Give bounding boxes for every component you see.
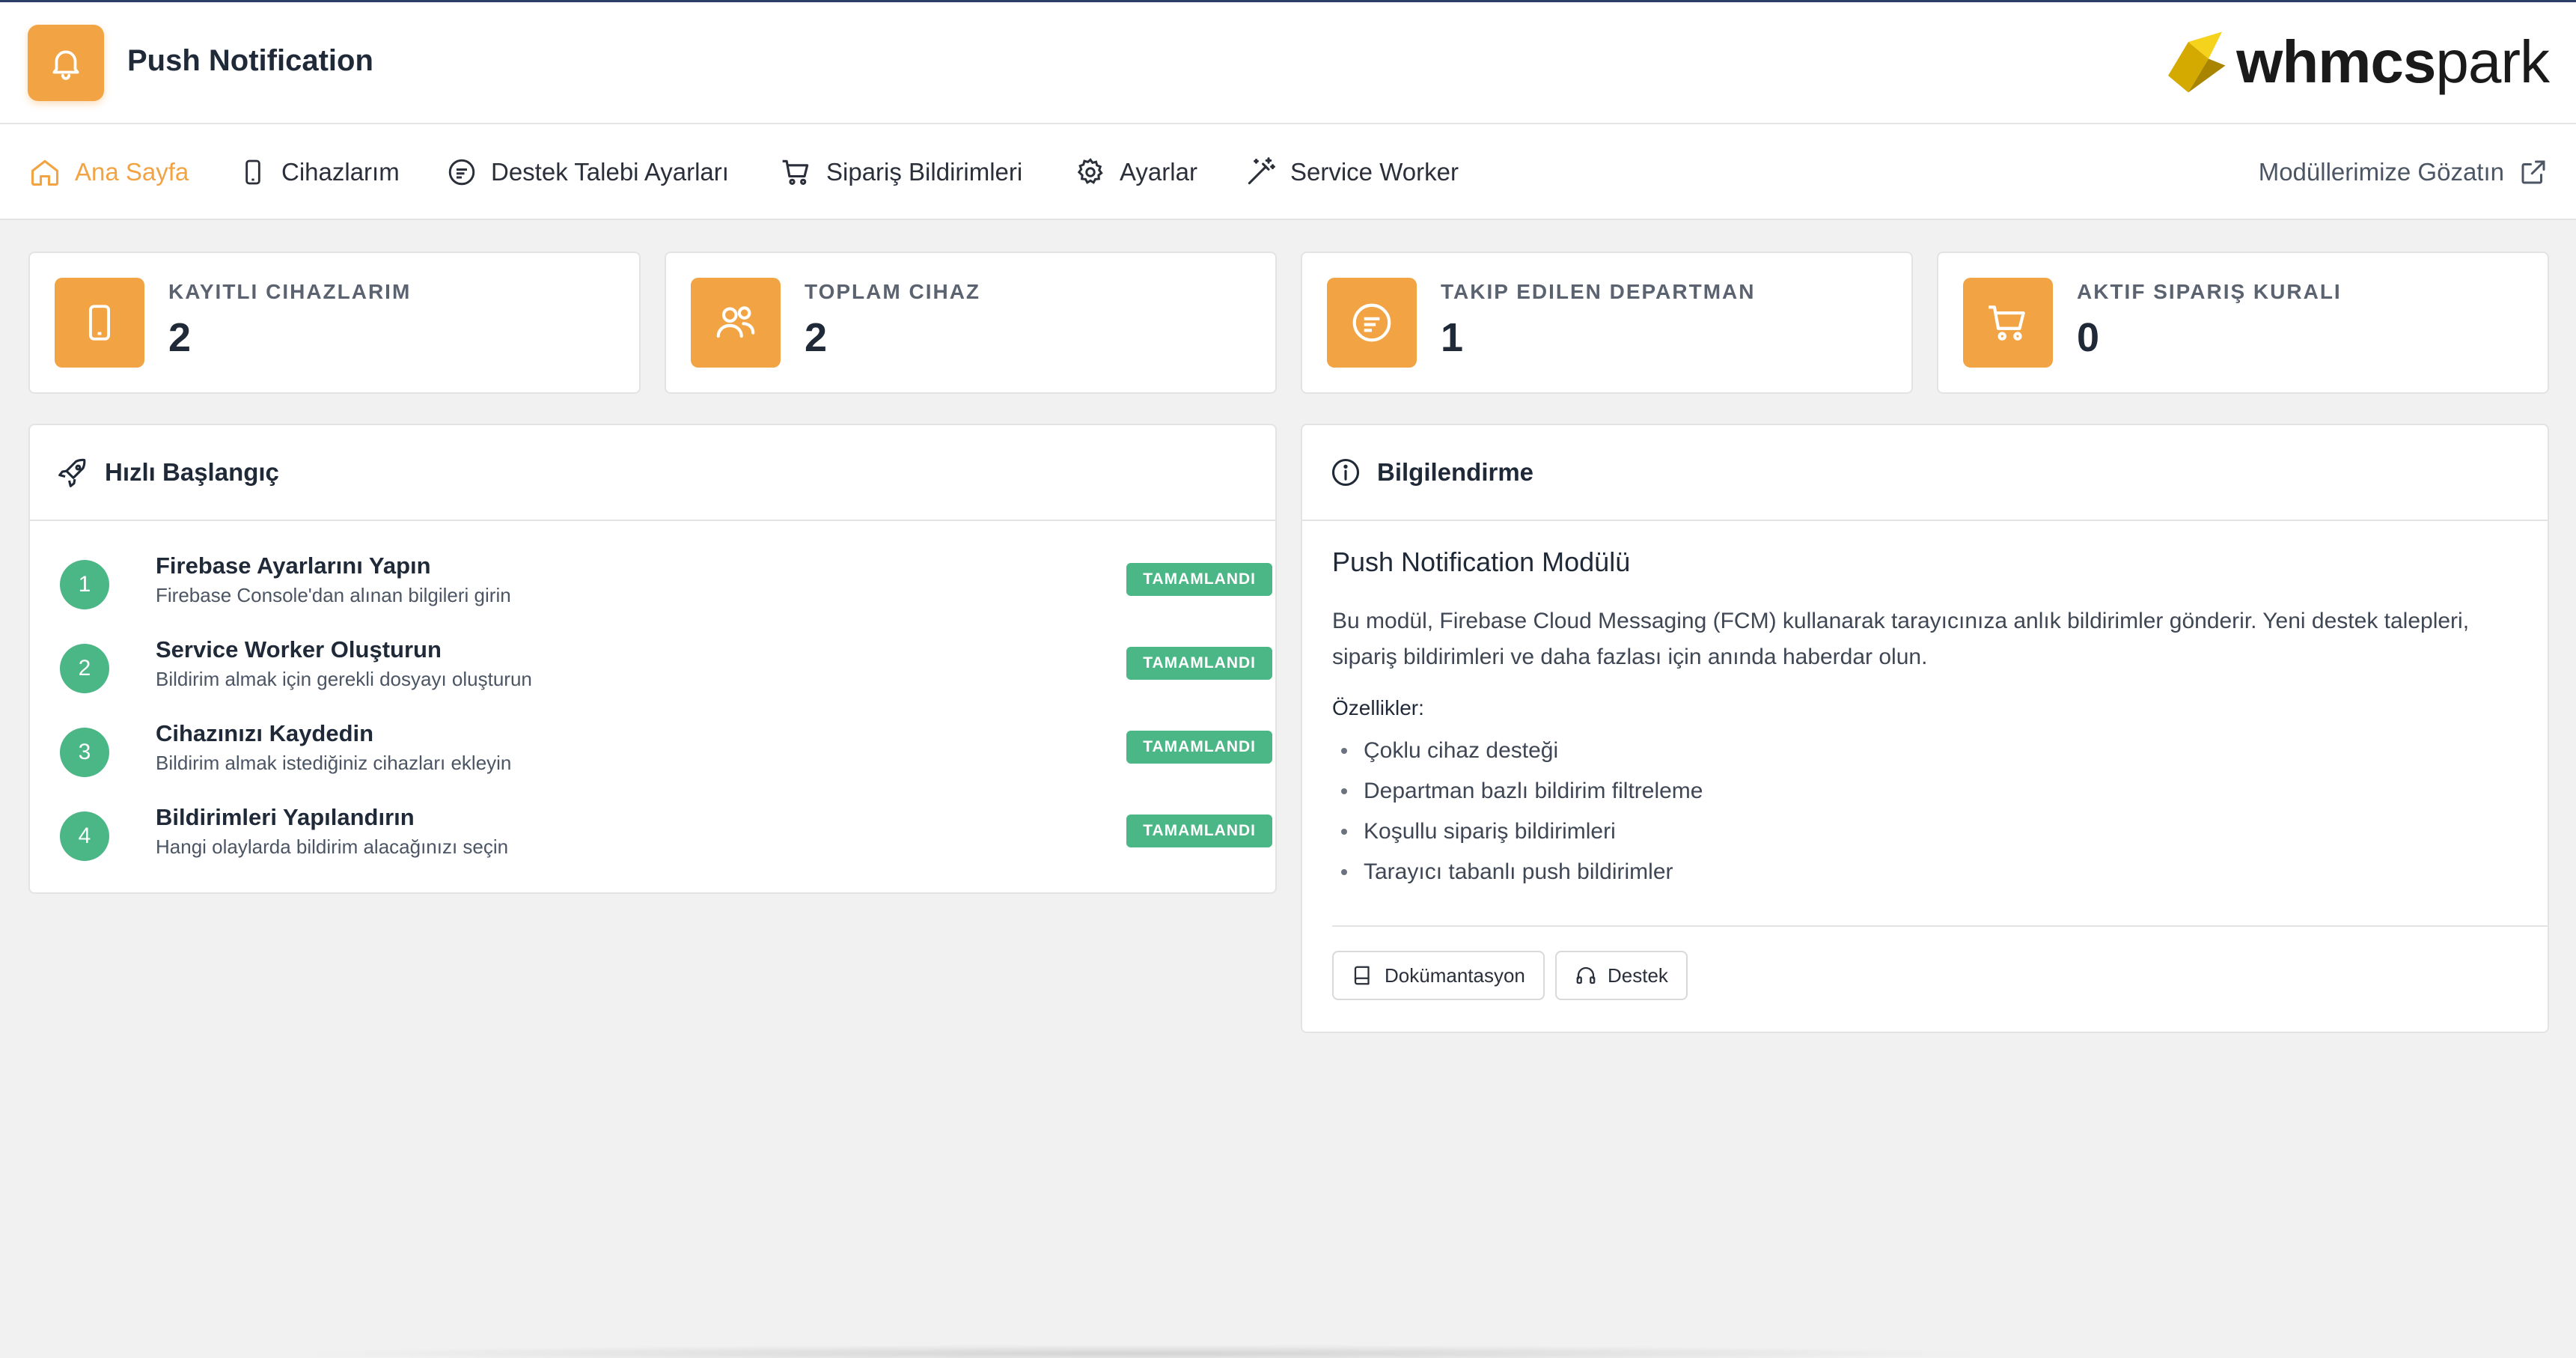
app-header: Push Notification whmcspark <box>0 2 2576 124</box>
wand-icon <box>1248 157 1275 185</box>
external-link-icon <box>2521 160 2545 184</box>
phone-icon <box>245 159 260 185</box>
chat-icon <box>448 159 475 186</box>
quickstart-panel: Hızlı Başlangıç 1 Firebase Ayarlarını Ya… <box>28 424 1277 894</box>
quickstart-title: Hızlı Başlangıç <box>105 458 279 486</box>
step-item: 2 Service Worker Oluşturun Bildirim alma… <box>60 636 1272 704</box>
step-title: Cihazınızı Kaydedin <box>156 720 374 746</box>
nav-label: Cihazlarım <box>281 158 400 186</box>
browse-modules-label: Modüllerimize Gözatın <box>2258 158 2504 186</box>
stat-label: TAKIP EDILEN DEPARTMAN <box>1441 280 1756 303</box>
nav-item-settings[interactable]: Ayarlar <box>1075 124 1197 220</box>
list-item: Koşullu sipariş bildirimleri <box>1332 812 1703 852</box>
list-item: Tarayıcı tabanlı push bildirimler <box>1332 852 1703 892</box>
nav-item-service-worker[interactable]: Service Worker <box>1244 124 1459 220</box>
stat-value: 0 <box>2077 315 2100 360</box>
brand-logo[interactable]: whmcspark <box>2161 25 2550 100</box>
nav-label: Sipariş Bildirimleri <box>826 158 1023 186</box>
brand-wordmark: whmcspark <box>2236 32 2550 92</box>
info-panel: Bilgilendirme Push Notification Modülü B… <box>1301 424 2549 1033</box>
step-description: Bildirim almak istediğiniz cihazları ekl… <box>156 752 512 774</box>
info-title: Bilgilendirme <box>1377 458 1534 486</box>
divider <box>1332 925 2548 927</box>
nav-label: Ana Sayfa <box>75 158 189 186</box>
stat-card-active-order-rules: AKTIF SIPARIŞ KURALI 0 <box>1937 252 2549 394</box>
step-title: Bildirimleri Yapılandırın <box>156 804 415 830</box>
nav-label: Ayarlar <box>1120 158 1197 186</box>
stat-card-total-devices: TOPLAM CIHAZ 2 <box>665 252 1277 394</box>
status-badge: TAMAMLANDI <box>1126 815 1272 847</box>
step-title: Firebase Ayarlarını Yapın <box>156 552 431 579</box>
step-description: Bildirim almak için gerekli dosyayı oluş… <box>156 668 532 690</box>
status-badge: TAMAMLANDI <box>1126 647 1272 680</box>
main-nav: Ana Sayfa Cihazlarım Destek Talebi Ayarl… <box>0 124 2576 220</box>
app-title: Push Notification <box>127 44 373 77</box>
support-button[interactable]: Destek <box>1555 951 1688 1000</box>
step-description: Firebase Console'dan alınan bilgileri gi… <box>156 584 511 606</box>
module-description: Bu modül, Firebase Cloud Messaging (FCM)… <box>1332 609 2470 669</box>
stat-card-followed-departments: TAKIP EDILEN DEPARTMAN 1 <box>1301 252 1913 394</box>
cart-icon <box>782 159 809 185</box>
step-item: 4 Bildirimleri Yapılandırın Hangi olayla… <box>60 804 1272 871</box>
step-number: 2 <box>60 644 109 693</box>
book-icon <box>1354 966 1370 985</box>
nav-item-order-notifications[interactable]: Sipariş Bildirimleri <box>780 124 1022 220</box>
list-item: Çoklu cihaz desteği <box>1332 731 1703 771</box>
step-item: 1 Firebase Ayarlarını Yapın Firebase Con… <box>60 552 1272 620</box>
stat-card-registered-devices: KAYITLI CIHAZLARIM 2 <box>28 252 641 394</box>
nav-label: Service Worker <box>1290 158 1459 186</box>
chat-icon <box>1327 278 1417 368</box>
browse-modules-link[interactable]: Modüllerimize Gözatın <box>2259 124 2549 220</box>
stat-value: 2 <box>168 315 192 360</box>
bell-icon <box>28 25 104 101</box>
gear-icon <box>1077 158 1103 184</box>
step-number: 3 <box>60 728 109 777</box>
features-list: Çoklu cihaz desteği Departman bazlı bild… <box>1332 731 1703 892</box>
documentation-button[interactable]: Dokümantasyon <box>1332 951 1545 1000</box>
step-number: 1 <box>60 560 109 609</box>
users-icon <box>691 278 781 368</box>
stat-label: AKTIF SIPARIŞ KURALI <box>2077 280 2342 303</box>
list-item: Departman bazlı bildirim filtreleme <box>1332 771 1703 812</box>
bottom-shadow <box>284 1345 2006 1358</box>
brand-bold: whmcs <box>2236 28 2436 95</box>
stat-value: 2 <box>805 315 828 360</box>
nav-item-devices[interactable]: Cihazlarım <box>238 124 400 220</box>
cart-icon <box>1963 278 2053 368</box>
status-badge: TAMAMLANDI <box>1126 563 1272 596</box>
brand-mark-icon <box>2168 31 2226 93</box>
nav-item-support-settings[interactable]: Destek Talebi Ayarları <box>446 124 729 220</box>
step-title: Service Worker Oluşturun <box>156 636 442 663</box>
rocket-icon <box>58 458 86 487</box>
quickstart-header: Hızlı Başlangıç <box>30 425 1275 521</box>
step-number: 4 <box>60 812 109 861</box>
step-item: 3 Cihazınızı Kaydedin Bildirim almak ist… <box>60 720 1272 788</box>
module-title: Push Notification Modülü <box>1332 546 1631 577</box>
features-label: Özellikler: <box>1332 696 1424 719</box>
home-icon <box>31 159 59 186</box>
phone-icon <box>55 278 144 368</box>
nav-label: Destek Talebi Ayarları <box>491 158 729 186</box>
stat-label: KAYITLI CIHAZLARIM <box>168 280 412 303</box>
step-description: Hangi olaylarda bildirim alacağınızı seç… <box>156 835 509 858</box>
support-label: Destek <box>1608 963 1668 987</box>
info-header: Bilgilendirme <box>1302 425 2548 521</box>
headset-icon <box>1576 966 1596 984</box>
documentation-label: Dokümantasyon <box>1385 963 1525 987</box>
status-badge: TAMAMLANDI <box>1126 731 1272 764</box>
stat-value: 1 <box>1441 315 1464 360</box>
stat-label: TOPLAM CIHAZ <box>805 280 981 303</box>
info-icon <box>1331 458 1360 487</box>
nav-item-home[interactable]: Ana Sayfa <box>28 124 189 220</box>
brand-light: park <box>2435 28 2550 95</box>
